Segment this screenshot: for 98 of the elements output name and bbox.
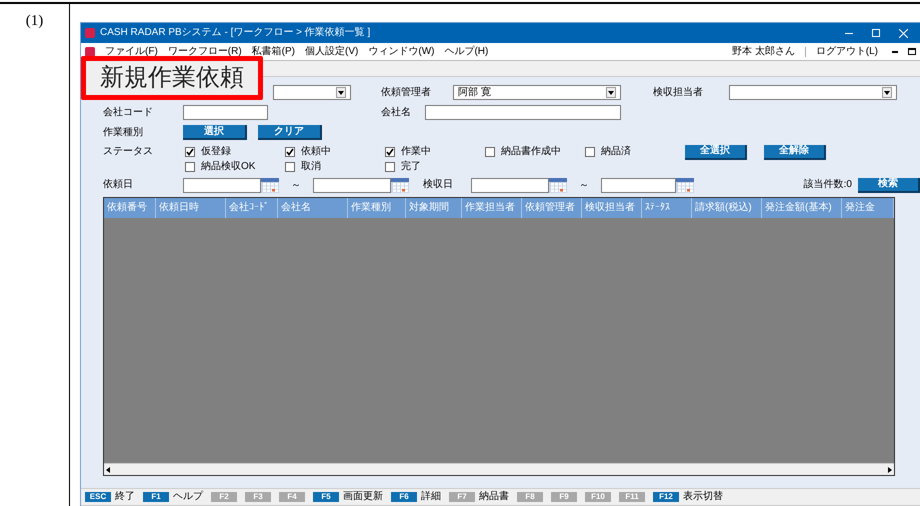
clear-button[interactable]: クリア	[258, 125, 322, 140]
scroll-left-icon[interactable]	[106, 466, 110, 472]
input-field[interactable]	[471, 178, 549, 192]
deselect-all-button[interactable]: 全解除	[764, 144, 826, 160]
manager-label: 依頼管理者	[381, 88, 432, 98]
checkbox-label: 依頼中	[301, 147, 331, 157]
function-key[interactable]: F8	[517, 492, 543, 502]
restore-icon[interactable]	[908, 48, 916, 55]
function-key[interactable]: F10	[585, 492, 611, 502]
column-header[interactable]: 依頼管理者	[522, 198, 582, 218]
callout-text: 新規作業依頼	[100, 66, 244, 90]
checkbox[interactable]	[185, 162, 195, 172]
checkbox-label: 仮登録	[201, 147, 231, 157]
checkbox[interactable]	[385, 147, 395, 157]
menu-item[interactable]: 私書箱(P)	[252, 46, 296, 56]
column-header[interactable]: 発注金	[842, 198, 894, 218]
checkbox-label: 作業中	[401, 147, 431, 157]
window-title: CASH RADAR PBシステム - [ワークフロー > 作業依頼一覧 ]	[100, 28, 372, 38]
column-header[interactable]: 発注金額(基本)	[762, 198, 842, 218]
column-header[interactable]: 作業種別	[348, 198, 406, 218]
app-menu-icon[interactable]	[85, 46, 95, 56]
function-key[interactable]: F5	[313, 492, 339, 502]
function-key[interactable]: F3	[245, 492, 271, 502]
checkbox[interactable]	[185, 147, 195, 157]
range-separator: ～	[290, 178, 302, 192]
function-key[interactable]: F4	[279, 492, 305, 502]
function-key[interactable]: F6	[391, 492, 417, 502]
column-header[interactable]: 対象期間	[406, 198, 462, 218]
column-header[interactable]: ｽﾃｰﾀｽ	[642, 198, 692, 218]
function-key-label: 画面更新	[343, 492, 383, 502]
function-key[interactable]: F2	[211, 492, 237, 502]
function-key-label: ヘルプ	[173, 492, 203, 502]
column-header[interactable]: 作業担当者	[462, 198, 522, 218]
search-button[interactable]: 検索	[858, 178, 920, 192]
column-header[interactable]: 依頼番号	[104, 198, 156, 218]
function-key-label: 表示切替	[683, 492, 723, 502]
inspect-date-label: 検収日	[423, 180, 454, 190]
column-header[interactable]: 会社ｺｰﾄﾞ	[226, 198, 278, 218]
inspector-dropdown[interactable]	[729, 85, 897, 100]
company-name-label: 会社名	[381, 108, 412, 118]
function-key[interactable]: ESC	[85, 492, 111, 502]
function-key[interactable]: F12	[653, 492, 679, 502]
select-button[interactable]: 選択	[183, 125, 247, 140]
assignee-dropdown[interactable]	[273, 85, 351, 100]
column-header[interactable]: 会社名	[278, 198, 348, 218]
function-key[interactable]: F11	[619, 492, 645, 502]
checkbox[interactable]	[285, 147, 295, 157]
range-separator: ～	[578, 178, 590, 192]
checkbox[interactable]	[585, 147, 595, 157]
manager-dropdown[interactable]: 阿部 寛	[453, 85, 621, 100]
checkbox-label: 完了	[401, 162, 421, 172]
input-field[interactable]	[425, 105, 621, 120]
checkbox-label: 納品検収OK	[201, 162, 256, 172]
close-icon[interactable]	[899, 28, 908, 38]
checkbox-label: 納品済	[601, 147, 631, 157]
input-field[interactable]	[313, 178, 391, 192]
scroll-right-icon[interactable]	[888, 466, 892, 472]
input-field[interactable]	[183, 105, 268, 120]
calendar-icon[interactable]	[391, 178, 409, 192]
checkbox-label: 納品書作成中	[501, 147, 561, 157]
company-code-label: 会社コード	[103, 108, 154, 118]
function-key[interactable]: F9	[551, 492, 577, 502]
status-label: ステータス	[103, 147, 154, 157]
function-key-label: 終了	[115, 492, 135, 502]
calendar-icon[interactable]	[676, 178, 694, 192]
input-field[interactable]	[183, 178, 261, 192]
horizontal-scrollbar[interactable]	[104, 463, 894, 475]
column-header[interactable]: 依頼日時	[156, 198, 226, 218]
item-number: (1)	[26, 12, 44, 31]
checkbox[interactable]	[485, 147, 495, 157]
checkbox[interactable]	[285, 162, 295, 172]
result-count: 該当件数:0	[804, 180, 852, 190]
function-key[interactable]: F7	[449, 492, 475, 502]
calendar-icon[interactable]	[261, 178, 279, 192]
select-all-button[interactable]: 全選択	[685, 144, 747, 160]
menu-item[interactable]: 個人設定(V)	[305, 46, 358, 56]
app-logo-icon	[85, 28, 95, 38]
calendar-icon[interactable]	[549, 178, 567, 192]
maximize-icon[interactable]	[872, 29, 880, 37]
user-name: 野本 太郎さん	[732, 46, 795, 56]
request-date-label: 依頼日	[103, 180, 134, 190]
function-key-label: 納品書	[479, 492, 509, 502]
function-key[interactable]: F1	[143, 492, 169, 502]
input-field[interactable]	[601, 178, 676, 192]
menu-item[interactable]: ウィンドウ(W)	[368, 46, 434, 56]
checkbox-label: 取消	[301, 162, 321, 172]
menu-item[interactable]: ヘルプ(H)	[444, 46, 488, 56]
minimize-icon[interactable]	[892, 50, 898, 52]
menu-item[interactable]: ファイル(F)	[105, 46, 158, 56]
menu-item[interactable]: ワークフロー(R)	[168, 46, 242, 56]
inspector-label: 検収担当者	[653, 88, 704, 98]
column-header[interactable]: 検収担当者	[582, 198, 642, 218]
work-type-label: 作業種別	[103, 128, 144, 138]
checkbox[interactable]	[385, 162, 395, 172]
column-header[interactable]: 請求額(税込)	[692, 198, 762, 218]
logout-link[interactable]: ログアウト(L)	[816, 46, 878, 56]
minimize-icon[interactable]	[845, 32, 853, 34]
function-key-label: 詳細	[421, 492, 441, 502]
